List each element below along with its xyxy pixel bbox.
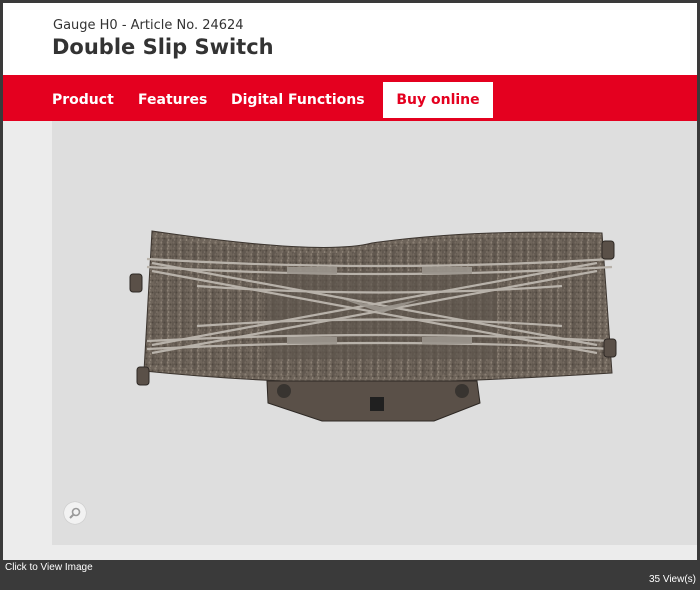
page-title: Double Slip Switch bbox=[52, 35, 274, 59]
product-header: Gauge H0 - Article No. 24624 Double Slip… bbox=[3, 3, 697, 75]
double-slip-switch-image[interactable] bbox=[52, 121, 697, 545]
click-to-view-link[interactable]: Click to View Image bbox=[5, 562, 93, 573]
zoom-button[interactable] bbox=[64, 502, 86, 524]
article-subtitle: Gauge H0 - Article No. 24624 bbox=[53, 18, 244, 33]
buy-online-button[interactable]: Buy online bbox=[383, 82, 493, 118]
nav-product[interactable]: Product bbox=[52, 75, 114, 121]
product-image-stage[interactable] bbox=[52, 121, 697, 545]
magnifier-icon bbox=[69, 507, 81, 519]
product-nav: Product Features Digital Functions Buy o… bbox=[3, 75, 697, 121]
view-count: 35 View(s) bbox=[648, 574, 696, 585]
nav-digital-functions[interactable]: Digital Functions bbox=[231, 75, 365, 121]
product-frame: Gauge H0 - Article No. 24624 Double Slip… bbox=[3, 3, 697, 560]
nav-features[interactable]: Features bbox=[138, 75, 207, 121]
